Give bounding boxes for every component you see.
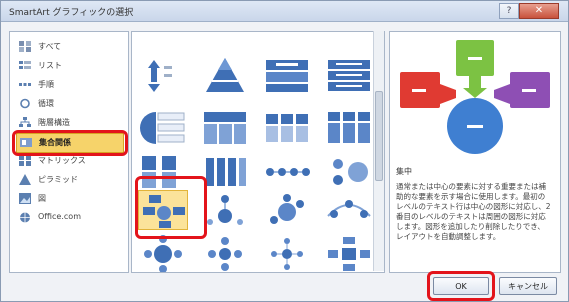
layout-thumbnail[interactable] — [324, 56, 374, 96]
pyramid-icon — [19, 174, 31, 185]
layout-preview-graphic — [266, 60, 308, 92]
category-item-all[interactable]: すべて — [16, 38, 122, 56]
category-highlight-box — [12, 130, 128, 156]
layout-preview-graphic — [266, 114, 308, 142]
ok-highlight-box — [427, 271, 495, 301]
office-com-icon — [20, 212, 30, 223]
layout-highlight-box — [135, 176, 207, 239]
layout-name: 集中 — [396, 167, 412, 176]
category-label: Office.com — [38, 212, 81, 221]
layout-preview-graphic — [140, 112, 185, 144]
layout-thumbnail[interactable] — [200, 234, 250, 272]
layout-thumbnail[interactable] — [262, 56, 312, 96]
category-label: 図 — [38, 194, 46, 203]
category-label: すべて — [38, 42, 62, 51]
window-title: SmartArt グラフィックの選択 — [9, 8, 134, 18]
process-icon — [19, 83, 31, 86]
layout-thumbnail[interactable] — [324, 152, 374, 192]
layout-thumbnail[interactable] — [262, 108, 312, 148]
scrollbar-thumb[interactable] — [375, 91, 383, 181]
layout-thumbnail[interactable] — [262, 152, 312, 192]
category-label: リスト — [38, 61, 62, 70]
layout-preview-graphic — [206, 158, 246, 186]
help-button[interactable]: ? — [499, 3, 519, 19]
layout-preview-graphic — [148, 60, 172, 92]
layout-preview-graphic — [328, 112, 370, 143]
list-icon — [19, 61, 31, 69]
layout-thumbnail[interactable] — [200, 108, 250, 148]
layout-preview-graphic — [208, 237, 242, 271]
layout-thumbnail[interactable] — [324, 190, 374, 230]
layout-thumbnail[interactable] — [200, 56, 250, 96]
cancel-button[interactable]: キャンセル — [499, 277, 557, 295]
category-label: 手順 — [38, 80, 54, 89]
layout-preview-graphic — [266, 168, 310, 176]
layout-thumbnail[interactable] — [138, 56, 188, 96]
focus-diagram-preview — [400, 40, 550, 154]
category-item-pyramid[interactable]: ピラミッド — [16, 171, 122, 189]
layout-preview-graphic — [206, 58, 244, 92]
category-label: 循環 — [38, 99, 54, 108]
layout-thumbnail[interactable] — [200, 152, 250, 192]
layout-preview-graphic — [271, 238, 303, 270]
layout-preview-graphic — [333, 159, 368, 185]
category-item-process[interactable]: 手順 — [16, 76, 122, 94]
category-item-office-com[interactable]: Office.com — [16, 209, 122, 227]
hierarchy-icon — [19, 117, 31, 127]
layout-thumbnail[interactable] — [324, 234, 374, 272]
category-item-picture[interactable]: 図 — [16, 190, 122, 208]
layout-preview-graphic — [144, 235, 182, 272]
layout-thumbnail[interactable] — [138, 234, 188, 272]
layout-thumbnail[interactable] — [262, 190, 312, 230]
close-button[interactable]: ✕ — [519, 3, 559, 19]
layout-thumbnail[interactable] — [138, 108, 188, 148]
category-label: 階層構造 — [38, 118, 70, 127]
layout-preview — [392, 34, 558, 162]
smartart-dialog: SmartArt グラフィックの選択 ? ✕ すべて リスト 手順 循環 階層構… — [0, 0, 569, 302]
gallery-scrollbar[interactable] — [373, 31, 384, 271]
category-label: ピラミッド — [38, 175, 78, 184]
cycle-icon — [20, 98, 30, 109]
layout-thumbnail[interactable] — [200, 190, 250, 230]
layout-preview-graphic — [270, 194, 304, 224]
layout-description: 通常または中心の要素に対する重要または補助的な要素を示す場合に使用します。最初の… — [396, 182, 551, 241]
all-icon — [19, 41, 31, 52]
category-item-list[interactable]: リスト — [16, 57, 122, 75]
picture-icon — [19, 193, 31, 204]
category-label: マトリックス — [38, 156, 86, 165]
category-item-cycle[interactable]: 循環 — [16, 95, 122, 113]
detail-pane: 集中 通常または中心の要素に対する重要または補助的な要素を示す場合に使用します。… — [389, 31, 561, 273]
layout-preview-graphic — [328, 237, 370, 271]
layout-preview-graphic — [328, 60, 370, 91]
layout-preview-graphic — [204, 112, 246, 144]
layout-thumbnail[interactable] — [324, 108, 374, 148]
title-bar: SmartArt グラフィックの選択 ? ✕ — [1, 1, 568, 22]
layout-preview-graphic — [207, 195, 243, 225]
layout-thumbnail[interactable] — [262, 234, 312, 272]
matrix-icon — [19, 155, 31, 166]
layout-preview-graphic — [327, 200, 371, 218]
